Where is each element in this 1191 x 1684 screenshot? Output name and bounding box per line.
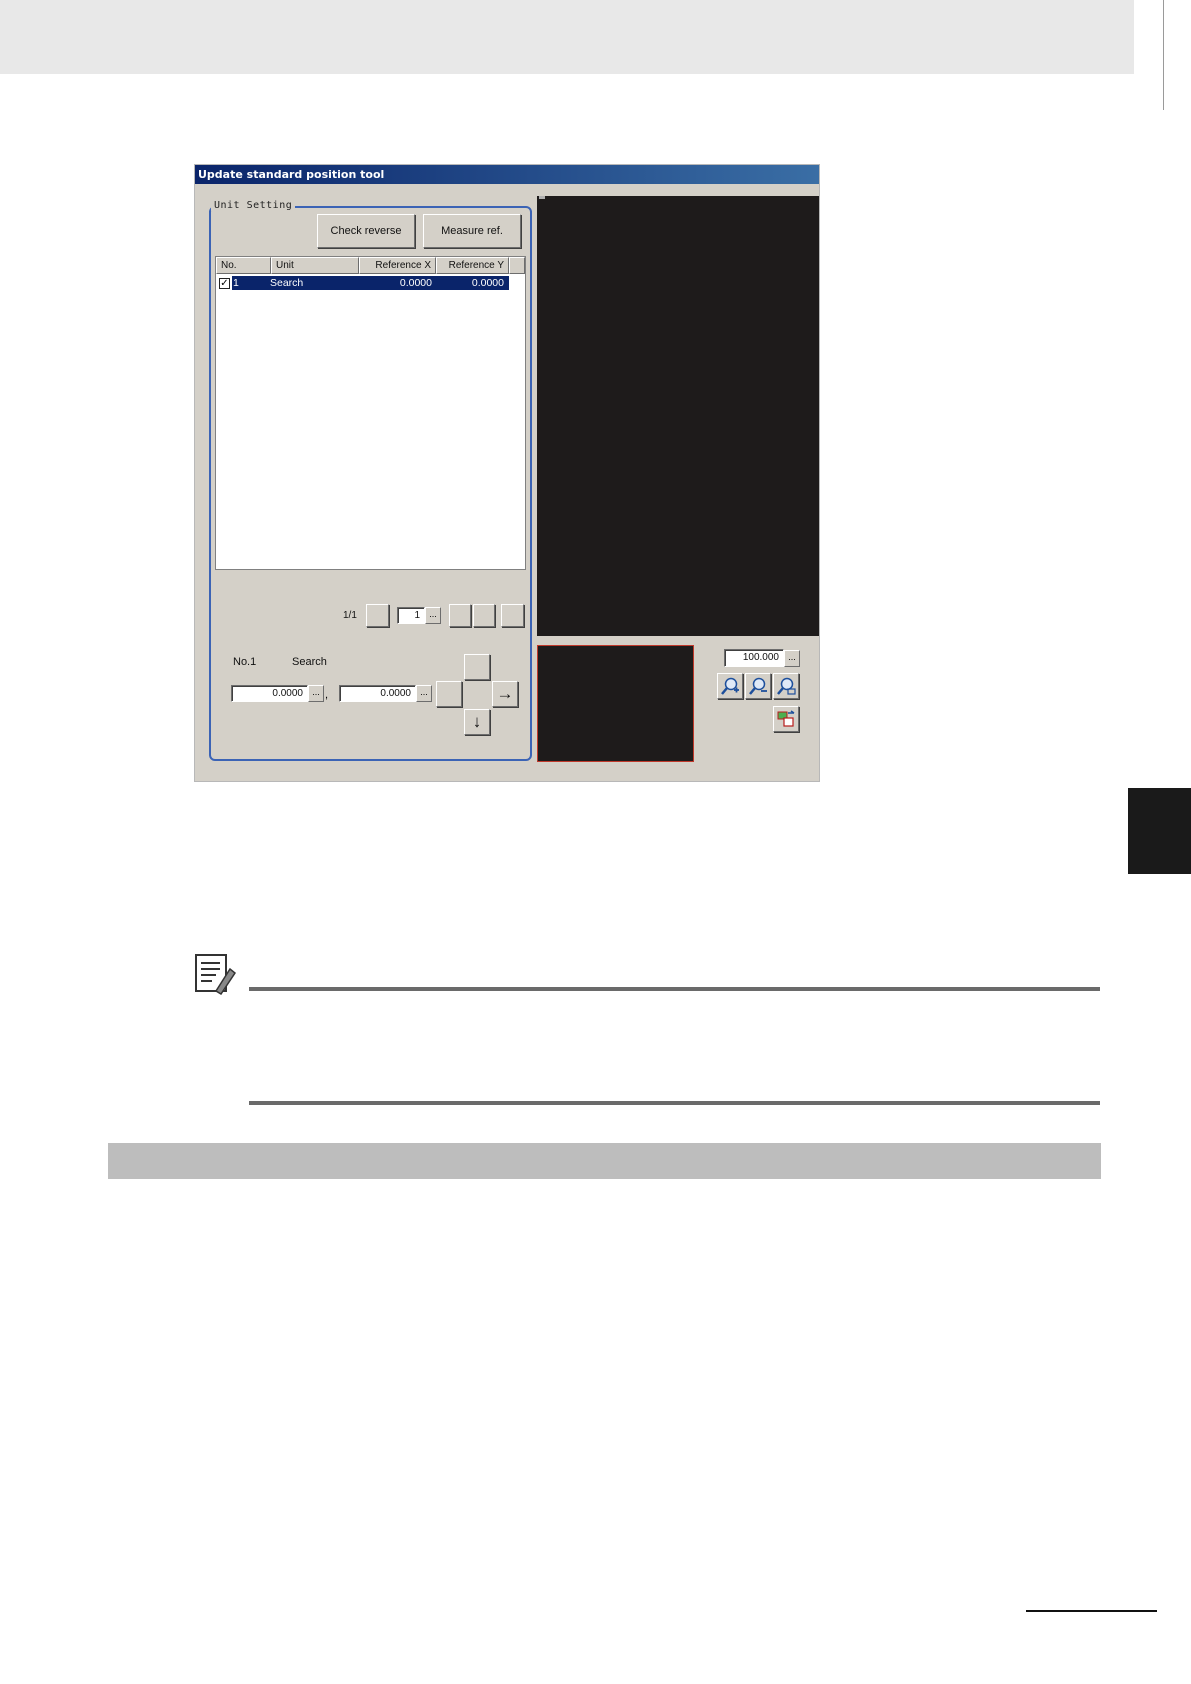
chapter-tab: [1128, 788, 1191, 874]
reference-x-dots-button[interactable]: ...: [308, 685, 324, 702]
note-pencil-icon: [194, 951, 237, 996]
reference-x-input[interactable]: 0.0000: [231, 685, 308, 702]
unit-list[interactable]: No. Unit Reference X Reference Y ✓ 1 Sea…: [215, 256, 526, 570]
unit-setting-title: Unit Setting: [211, 200, 296, 211]
arrow-pad-center: [464, 681, 490, 707]
cell-no: 1: [233, 277, 239, 289]
column-header-filler: [509, 257, 525, 274]
right-arrow-button[interactable]: →: [492, 681, 518, 707]
column-header-unit[interactable]: Unit: [271, 257, 359, 274]
thumbnail-view[interactable]: [537, 645, 694, 762]
column-header-reference-y[interactable]: Reference Y: [436, 257, 509, 274]
cell-reference-x: 0.0000: [399, 277, 432, 289]
footer-rule: [1026, 1610, 1157, 1612]
selected-no-label: No.1: [233, 656, 257, 668]
window-title: Update standard position tool: [195, 165, 819, 184]
page-number-input[interactable]: 1: [397, 607, 425, 624]
last-page-button[interactable]: [501, 604, 524, 627]
right-arrow-icon: →: [496, 684, 514, 703]
row-checkbox[interactable]: ✓: [219, 277, 230, 289]
row-selection[interactable]: 1 Search 0.0000 0.0000: [232, 276, 509, 290]
left-arrow-button[interactable]: [436, 681, 462, 707]
down-arrow-button[interactable]: ↓: [464, 709, 490, 735]
column-header-no[interactable]: No.: [216, 257, 271, 274]
column-header-reference-x[interactable]: Reference X: [359, 257, 436, 274]
cell-reference-y: 0.0000: [471, 277, 504, 289]
next-page-button[interactable]: [473, 604, 495, 627]
zoom-out-icon: [749, 677, 767, 695]
update-standard-position-window: Update standard position tool Unit Setti…: [194, 164, 820, 782]
page-margin-rule: [1163, 0, 1164, 110]
zoom-input[interactable]: 100.000: [724, 649, 784, 667]
unit-list-header: No. Unit Reference X Reference Y: [216, 257, 525, 274]
image-swap-icon: [777, 710, 795, 727]
zoom-dots-button[interactable]: ...: [784, 650, 800, 667]
reference-y-dots-button[interactable]: ...: [416, 685, 432, 702]
prev-page-button[interactable]: [449, 604, 471, 627]
table-row[interactable]: ✓ 1 Search 0.0000 0.0000: [219, 276, 509, 290]
image-display-area[interactable]: [537, 196, 819, 636]
image-swap-button[interactable]: [773, 706, 799, 732]
check-reverse-button[interactable]: Check reverse: [317, 214, 415, 248]
note-top-rule: [249, 987, 1100, 991]
image-area-corner-mark: [539, 196, 545, 199]
selected-unit-label: Search: [292, 656, 327, 668]
up-arrow-button[interactable]: [464, 654, 490, 680]
note-bottom-rule: [249, 1101, 1100, 1105]
first-page-button[interactable]: [366, 604, 389, 627]
zoom-fit-button[interactable]: [773, 673, 799, 699]
zoom-in-icon: [721, 677, 739, 695]
measure-ref-button[interactable]: Measure ref.: [423, 214, 521, 248]
section-heading-bar: [108, 1143, 1101, 1179]
page-header-band: [0, 0, 1134, 74]
down-arrow-icon: ↓: [472, 712, 482, 731]
page-indicator: 1/1: [343, 610, 357, 621]
zoom-fit-icon: [777, 677, 796, 695]
reference-y-input[interactable]: 0.0000: [339, 685, 416, 702]
cell-unit: Search: [270, 277, 304, 289]
page-number-dots-button[interactable]: ...: [425, 607, 441, 624]
coordinate-separator: ,: [325, 689, 329, 701]
zoom-in-button[interactable]: [717, 673, 743, 699]
zoom-out-button[interactable]: [745, 673, 771, 699]
